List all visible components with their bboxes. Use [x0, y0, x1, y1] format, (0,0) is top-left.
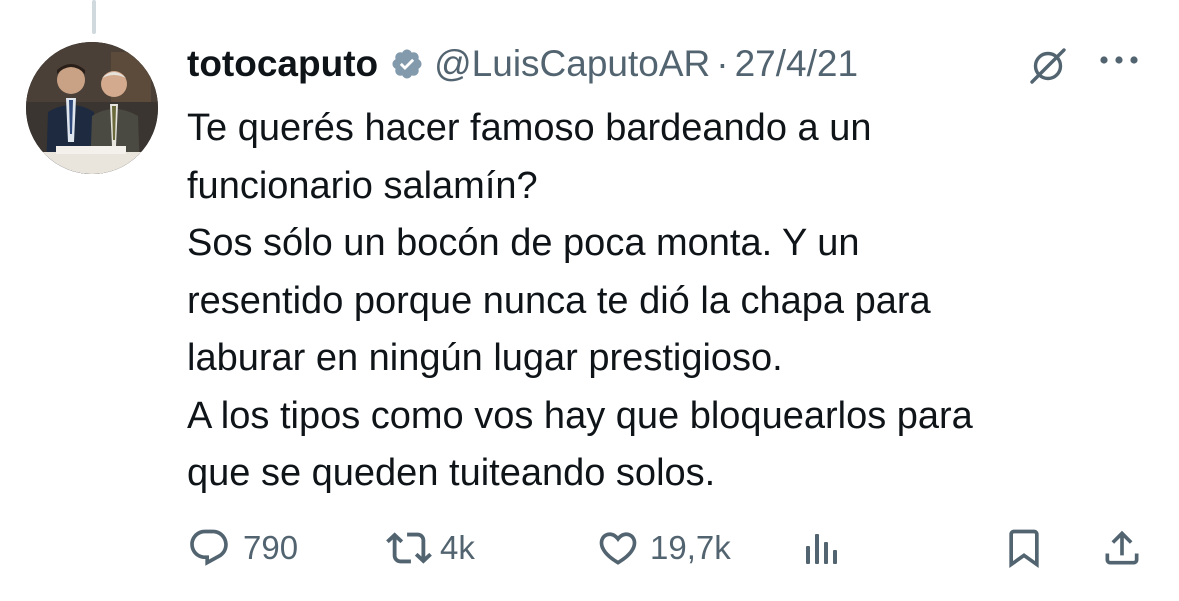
tweet-text-line: Sos sólo un bocón de poca monta. Y un	[187, 222, 860, 264]
tweet-text-line: resentido porque nunca te dió la chapa p…	[187, 279, 931, 322]
reply-icon	[187, 526, 231, 570]
separator-dot: ·	[716, 43, 729, 84]
share-button[interactable]	[1100, 524, 1144, 572]
avatar[interactable]	[26, 42, 158, 174]
thread-line	[92, 0, 96, 34]
action-bar: 790 4k 19,7k	[0, 524, 1179, 572]
reply-count: 790	[243, 529, 299, 566]
like-icon	[596, 526, 640, 570]
tweet-header: totocaputo @LuisCaputoAR · 27/4/21	[187, 40, 858, 88]
tweet-text-line: que se queden tuiteando solos.	[187, 452, 716, 494]
tweet-text: Te querés hacer famoso bardeando a un fu…	[187, 100, 1147, 503]
verified-badge-icon	[390, 47, 424, 81]
tweet-text-line: funcionario salamín?	[187, 164, 538, 207]
bookmark-icon	[1002, 526, 1046, 570]
views-icon	[800, 526, 844, 570]
tweet-text-line: Te querés hacer famoso bardeando a un	[187, 107, 872, 149]
tweet-date[interactable]: 27/4/21	[735, 40, 858, 88]
more-icon[interactable]	[1098, 50, 1142, 70]
tweet-text-line: A los tipos como vos hay que bloquearlos…	[187, 394, 973, 437]
bookmark-button[interactable]	[1002, 524, 1046, 572]
retweet-count: 4k	[440, 529, 475, 566]
views-button[interactable]	[800, 524, 844, 572]
like-count: 19,7k	[650, 529, 731, 566]
grok-icon[interactable]	[1026, 44, 1070, 88]
retweet-button[interactable]: 4k	[386, 524, 475, 572]
display-name[interactable]: totocaputo	[187, 40, 378, 88]
retweet-icon	[386, 525, 432, 571]
tweet-text-line: laburar en ningún lugar prestigioso.	[187, 337, 783, 379]
reply-button[interactable]: 790	[187, 524, 298, 572]
share-icon	[1100, 526, 1144, 570]
handle[interactable]: @LuisCaputoAR	[434, 40, 710, 88]
like-button[interactable]: 19,7k	[596, 524, 731, 572]
